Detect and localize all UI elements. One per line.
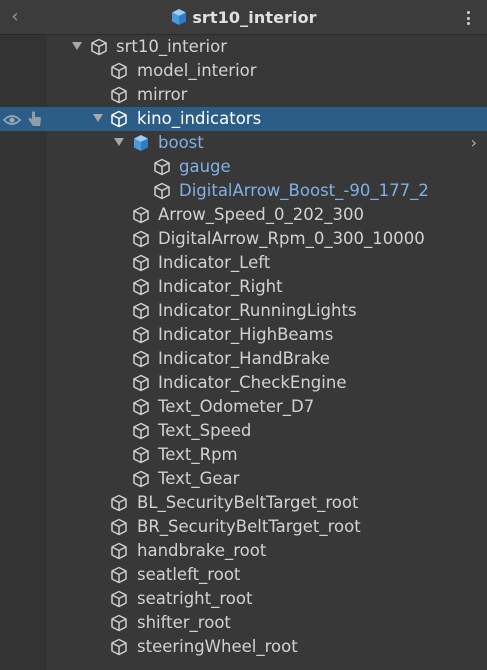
tree-row-label: BL_SecurityBeltTarget_root (137, 493, 359, 512)
vertical-ellipsis-icon (466, 11, 470, 14)
gameobject-outline-icon (132, 350, 150, 368)
gameobject-outline-icon (153, 182, 171, 200)
tree-row[interactable]: Arrow_Speed_0_202_300 (0, 203, 487, 227)
tree-row-label: BR_SecurityBeltTarget_root (137, 517, 361, 536)
tree-row[interactable]: Indicator_CheckEngine (0, 371, 487, 395)
tree-row[interactable]: seatright_root (0, 587, 487, 611)
tree-row-label: DigitalArrow_Boost_-90_177_2 (179, 181, 429, 200)
gameobject-outline-icon (110, 62, 128, 80)
tree-row[interactable]: Indicator_RunningLights (0, 299, 487, 323)
tree-row[interactable]: model_interior (0, 59, 487, 83)
tree-row-label: Arrow_Speed_0_202_300 (158, 205, 365, 224)
gameobject-outline-icon (110, 86, 128, 104)
tree-row-label: steeringWheel_root (137, 637, 298, 656)
gameobject-outline-icon (132, 326, 150, 344)
expand-caret-icon[interactable] (72, 42, 82, 50)
gameobject-outline-icon (132, 422, 150, 440)
gameobject-outline-icon (110, 566, 128, 584)
tree-row[interactable]: DigitalArrow_Boost_-90_177_2 (0, 179, 487, 203)
gameobject-outline-icon (110, 110, 128, 128)
tree-row-label: handbrake_root (137, 541, 267, 560)
tree-row-label: Indicator_HandBrake (158, 349, 330, 368)
tree-row-label: boost (158, 133, 204, 152)
gameobject-outline-icon (132, 230, 150, 248)
tree-row[interactable]: BL_SecurityBeltTarget_root (0, 491, 487, 515)
more-options-button[interactable] (463, 8, 473, 28)
tree-row[interactable]: Text_Odometer_D7 (0, 395, 487, 419)
gameobject-outline-icon (132, 206, 150, 224)
tree-row[interactable]: Text_Speed (0, 419, 487, 443)
tree-row[interactable]: shifter_root (0, 611, 487, 635)
gameobject-outline-icon (132, 470, 150, 488)
tree-row-label: mirror (137, 85, 188, 104)
tree-row-label: kino_indicators (137, 109, 262, 128)
tree-row[interactable]: Text_Rpm (0, 443, 487, 467)
tree-row[interactable]: handbrake_root (0, 539, 487, 563)
hierarchy-tree: srt10_interior model_interiormirror kino_i… (0, 35, 487, 659)
tree-row-label: Indicator_RunningLights (158, 301, 357, 320)
tree-row-label: Text_Speed (158, 421, 252, 440)
tree-row[interactable]: mirror (0, 83, 487, 107)
header-title-group: srt10_interior (0, 6, 487, 28)
tree-row-label: Indicator_Left (158, 253, 271, 272)
tree-row-label: Indicator_Right (158, 277, 283, 296)
tree-row-label: seatright_root (137, 589, 253, 608)
tree-row[interactable]: gauge (0, 155, 487, 179)
tree-row[interactable]: Indicator_Left (0, 251, 487, 275)
gameobject-outline-icon (110, 518, 128, 536)
tree-row[interactable]: boost › (0, 131, 487, 155)
expand-caret-icon[interactable] (114, 138, 124, 146)
hierarchy-header: ‹ srt10_interior (0, 0, 487, 35)
tree-row[interactable]: BR_SecurityBeltTarget_root (0, 515, 487, 539)
tree-row[interactable]: DigitalArrow_Rpm_0_300_10000 (0, 227, 487, 251)
gameobject-outline-icon (132, 398, 150, 416)
gameobject-outline-icon (132, 374, 150, 392)
tree-row-label: srt10_interior (116, 37, 228, 56)
tree-row-label: Text_Odometer_D7 (158, 397, 315, 416)
prefab-cube-icon (132, 134, 150, 152)
gameobject-outline-icon (153, 158, 171, 176)
gameobject-outline-icon (132, 278, 150, 296)
tree-row[interactable]: seatleft_root (0, 563, 487, 587)
gameobject-outline-icon (110, 542, 128, 560)
tree-row-label: seatleft_root (137, 565, 241, 584)
page-title: srt10_interior (192, 7, 317, 27)
gameobject-outline-icon (132, 302, 150, 320)
tree-row-label: shifter_root (137, 613, 231, 632)
tree-row[interactable]: Indicator_Right (0, 275, 487, 299)
tree-row[interactable]: steeringWheel_root (0, 635, 487, 659)
gameobject-outline-icon (110, 494, 128, 512)
chevron-right-icon[interactable]: › (471, 135, 477, 151)
tree-row-label: Indicator_CheckEngine (158, 373, 347, 392)
tree-row-label: model_interior (137, 61, 257, 80)
prefab-cube-icon (172, 9, 187, 25)
tree-row[interactable]: Indicator_HighBeams (0, 323, 487, 347)
tree-row-label: Text_Gear (158, 469, 240, 488)
tree-row[interactable]: Indicator_HandBrake (0, 347, 487, 371)
gameobject-outline-icon (132, 254, 150, 272)
eye-icon[interactable] (2, 112, 22, 126)
hand-pointer-icon[interactable] (26, 110, 44, 128)
expand-caret-icon[interactable] (93, 114, 103, 122)
gameobject-outline-icon (110, 638, 128, 656)
gameobject-outline-icon (90, 38, 108, 56)
tree-row-label: DigitalArrow_Rpm_0_300_10000 (158, 229, 425, 248)
tree-row-label: Text_Rpm (158, 445, 238, 464)
gameobject-outline-icon (132, 446, 150, 464)
tree-row-label: Indicator_HighBeams (158, 325, 334, 344)
tree-row[interactable]: kino_indicators (0, 107, 487, 131)
tree-row[interactable]: Text_Gear (0, 467, 487, 491)
tree-row[interactable]: srt10_interior (0, 35, 487, 59)
gameobject-outline-icon (110, 614, 128, 632)
gameobject-outline-icon (110, 590, 128, 608)
tree-row-label: gauge (179, 157, 231, 176)
